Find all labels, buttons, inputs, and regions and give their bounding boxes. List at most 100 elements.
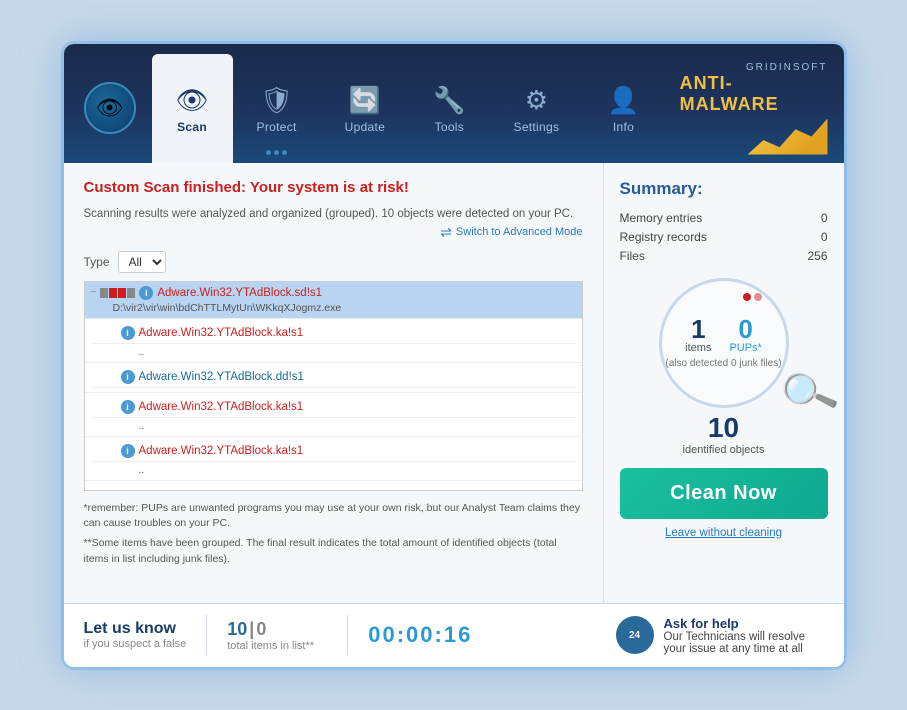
memory-label: Memory entries	[620, 211, 703, 225]
divider-1	[206, 615, 207, 655]
nav-items: 👁 Scan 🛡 Protect 🔄 Update 🔧 Tools	[152, 54, 664, 163]
filter-label: Type	[84, 255, 110, 269]
files-label: Files	[620, 249, 645, 263]
nav-item-protect[interactable]: 🛡 Protect	[233, 54, 321, 163]
footnote-1: *remember: PUPs are unwanted programs yo…	[84, 501, 583, 533]
circle-numbers: 1 items 0 PUPs*	[685, 316, 762, 354]
count-section: 10 | 0 total items in list**	[227, 619, 327, 652]
result-subitem-5: i Adware.Win32.YTAdBlock.ka!s1	[91, 441, 576, 462]
type-filter-select[interactable]: All	[118, 251, 166, 273]
summary-row-registry: Registry records 0	[620, 230, 828, 244]
summary-row-memory: Memory entries 0	[620, 211, 828, 225]
info-icon-5[interactable]: i	[121, 444, 135, 458]
summary-row-files: Files 256	[620, 249, 828, 263]
nav-item-tools[interactable]: 🔧 Tools	[409, 54, 489, 163]
scan-title-alert: Your system is at risk!	[250, 179, 409, 196]
nav-item-info[interactable]: 👤 Info	[583, 54, 663, 163]
registry-label: Registry records	[620, 230, 707, 244]
summary-title: Summary:	[620, 179, 828, 199]
help-text-area: Ask for help Our Technicians will resolv…	[664, 616, 824, 655]
app-logo-icon	[84, 82, 136, 134]
result-name-1: Adware.Win32.YTAdBlock.sd!s1	[157, 287, 322, 299]
result-name-4: Adware.Win32.YTAdBlock.ka!s1	[139, 401, 304, 413]
expand-icon-1[interactable]: −	[91, 287, 97, 298]
help-24-label: 24	[629, 630, 640, 641]
nav-brand: GRIDINSOFT ANTI-MALWARE	[664, 54, 844, 163]
brand-graphic	[748, 119, 828, 155]
nav-label-info: Info	[613, 120, 634, 140]
info-icon-1[interactable]: i	[139, 286, 153, 300]
nav-item-update[interactable]: 🔄 Update	[321, 54, 410, 163]
result-item-3[interactable]: i Adware.Win32.YTAdBlock.dd!s1	[85, 363, 582, 393]
nav-item-scan[interactable]: 👁 Scan	[152, 54, 233, 163]
also-text: (also detected 0 junk files)	[665, 358, 781, 369]
left-panel: Custom Scan finished: Your system is at …	[64, 163, 604, 603]
identified-label: identified objects	[620, 444, 828, 456]
main-content: Custom Scan finished: Your system is at …	[64, 163, 844, 603]
color-bar-1	[100, 288, 135, 298]
result-item-header-1: − i Adware.Win32.YTAdBlock.sd!s1	[91, 286, 576, 300]
result-name-3: Adware.Win32.YTAdBlock.dd!s1	[139, 371, 304, 383]
nav-label-update: Update	[345, 120, 386, 140]
help-text: Our Technicians will resolve your issue …	[664, 631, 824, 655]
pups-legend: 0 PUPs*	[729, 316, 761, 354]
scan-timer: 00:00:16	[368, 622, 472, 648]
info-icon-2[interactable]: i	[121, 326, 135, 340]
items-legend: 1 items	[685, 316, 711, 354]
protect-dots	[266, 150, 287, 155]
result-item-5[interactable]: i Adware.Win32.YTAdBlock.ka!s1 ..	[85, 437, 582, 481]
clean-now-button[interactable]: Clean Now	[620, 468, 828, 519]
count-sep: |	[249, 619, 254, 640]
protect-nav-icon: 🛡	[260, 85, 293, 116]
count-items: 10	[227, 619, 247, 640]
result-path-5: ..	[91, 464, 576, 476]
result-item-2[interactable]: i Adware.Win32.YTAdBlock.ka!s1 ..	[85, 319, 582, 363]
let-us-know-section: Let us know if you suspect a false	[84, 620, 187, 650]
tools-nav-icon: 🔧	[433, 85, 465, 116]
help-section: 24 Ask for help Our Technicians will res…	[616, 616, 824, 655]
result-subitem-2: i Adware.Win32.YTAdBlock.ka!s1	[91, 323, 576, 344]
items-num: 1	[685, 316, 711, 342]
result-item-4[interactable]: i Adware.Win32.YTAdBlock.ka!s1 ..	[85, 393, 582, 437]
nav-label-settings: Settings	[514, 120, 560, 140]
advanced-mode-link[interactable]: ⇌ Switch to Advanced Mode	[84, 224, 583, 241]
update-nav-icon: 🔄	[349, 85, 381, 116]
files-value: 256	[807, 249, 827, 263]
brand-large: ANTI-MALWARE	[680, 73, 828, 115]
summary-circle: 1 items 0 PUPs* (also detected 0 junk fi…	[659, 278, 789, 408]
result-subitem-3: i Adware.Win32.YTAdBlock.dd!s1	[91, 367, 576, 388]
footnotes: *remember: PUPs are unwanted programs yo…	[84, 501, 583, 568]
scan-subtitle: Scanning results were analyzed and organ…	[84, 208, 583, 220]
nav-item-settings[interactable]: ⚙ Settings	[490, 54, 584, 163]
app-window: 👁 Scan 🛡 Protect 🔄 Update 🔧 Tools	[64, 44, 844, 667]
result-item-1[interactable]: − i Adware.Win32.YTAdBlock.sd!s1 D:\vir2…	[85, 282, 582, 319]
result-name-5: Adware.Win32.YTAdBlock.ka!s1	[139, 445, 304, 457]
info-nav-icon: 👤	[607, 85, 639, 116]
item-count: 10 | 0	[227, 619, 327, 640]
divider-2	[347, 615, 348, 655]
results-list[interactable]: − i Adware.Win32.YTAdBlock.sd!s1 D:\vir2…	[84, 281, 583, 491]
nav-label-scan: Scan	[177, 120, 207, 140]
result-name-2: Adware.Win32.YTAdBlock.ka!s1	[139, 327, 304, 339]
nav-logo	[64, 54, 152, 163]
pups-num: 0	[729, 316, 761, 342]
scan-title-static: Custom Scan finished:	[84, 179, 250, 196]
brand-small: GRIDINSOFT	[746, 62, 828, 73]
items-label: items	[685, 342, 711, 354]
help-title: Ask for help	[664, 616, 824, 631]
letusknow-title: Let us know	[84, 620, 187, 638]
scan-nav-icon: 👁	[176, 85, 209, 116]
scan-title: Custom Scan finished: Your system is at …	[84, 179, 583, 196]
nav-label-protect: Protect	[257, 120, 297, 140]
registry-value: 0	[821, 230, 828, 244]
nav-bar: 👁 Scan 🛡 Protect 🔄 Update 🔧 Tools	[64, 44, 844, 163]
footnote-2: **Some items have been grouped. The fina…	[84, 536, 583, 568]
timer-section: 00:00:16	[368, 622, 472, 648]
bottom-bar: Let us know if you suspect a false 10 | …	[64, 603, 844, 667]
count-sub: total items in list**	[227, 640, 327, 652]
info-icon-4[interactable]: i	[121, 400, 135, 414]
leave-without-cleaning-link[interactable]: Leave without cleaning	[620, 527, 828, 539]
settings-nav-icon: ⚙	[525, 85, 548, 116]
indicator-dots	[743, 293, 762, 301]
info-icon-3[interactable]: i	[121, 370, 135, 384]
